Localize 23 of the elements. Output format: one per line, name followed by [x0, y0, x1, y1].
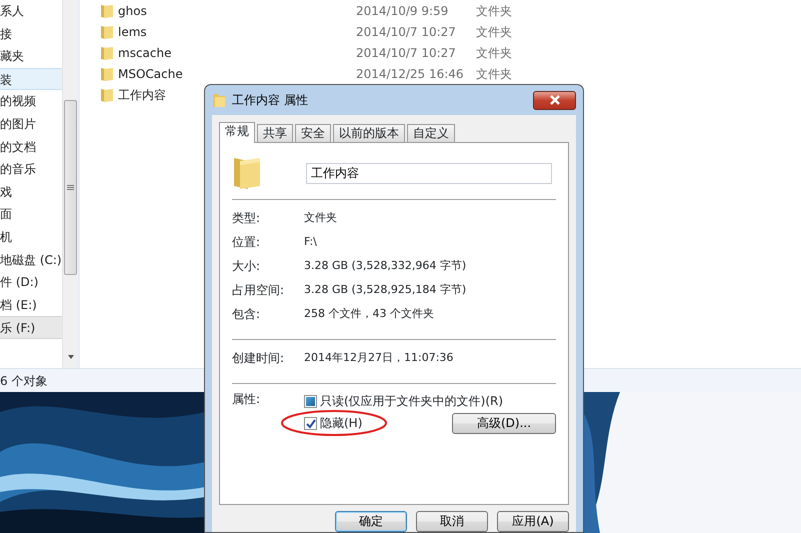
file-date: 2014/10/9 9:59	[356, 2, 450, 20]
property-label: 大小:	[232, 258, 262, 275]
file-type: 文件夹	[476, 2, 512, 20]
property-value: 2014年12月27日，11:07:36	[304, 350, 454, 366]
file-date: 2014/10/7 10:27	[356, 44, 457, 62]
file-type: 文件夹	[476, 66, 512, 82]
property-value: 3.28 GB (3,528,925,184 字节)	[304, 282, 466, 298]
file-type: 文件夹	[476, 44, 512, 62]
file-date: 2014/10/7 10:27	[356, 24, 457, 40]
file-type: 文件夹	[476, 24, 512, 40]
property-value: 文件夹	[304, 210, 337, 226]
property-value: 3.28 GB (3,528,332,964 字节)	[304, 258, 466, 274]
property-label: 创建时间:	[232, 350, 286, 367]
property-label: 位置:	[232, 234, 262, 251]
property-label: 占用空间:	[232, 282, 286, 299]
property-label: 包含:	[232, 306, 262, 323]
status-text: 6 个对象	[0, 372, 48, 390]
file-date: 2014/12/25 16:46	[356, 66, 465, 82]
attributes-label: 属性:	[232, 391, 262, 408]
property-label: 类型:	[232, 210, 262, 227]
property-value: F:\	[304, 234, 317, 250]
dialog-title: 工作内容 属性	[232, 92, 308, 109]
property-value: 258 个文件，43 个文件夹	[304, 306, 434, 322]
